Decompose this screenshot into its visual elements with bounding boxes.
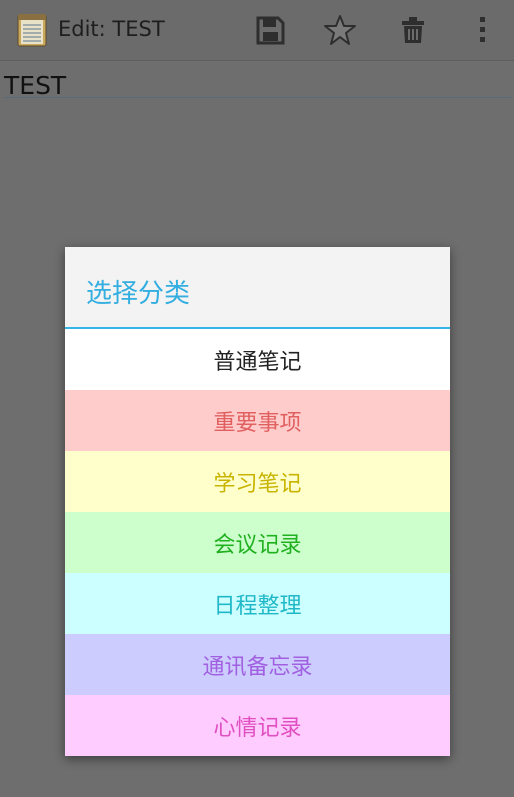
category-list: 普通笔记重要事项学习笔记会议记录日程整理通讯备忘录心情记录 — [65, 329, 450, 756]
action-bar: Edit: TEST — [0, 0, 514, 61]
category-option-label: 普通笔记 — [213, 349, 302, 375]
star-icon[interactable] — [323, 13, 357, 47]
category-option-label: 重要事项 — [213, 410, 302, 436]
save-icon[interactable] — [253, 13, 287, 47]
category-option[interactable]: 日程整理 — [65, 573, 450, 634]
trash-icon[interactable] — [396, 13, 430, 47]
category-option-label: 学习笔记 — [213, 471, 302, 497]
category-option[interactable]: 心情记录 — [65, 695, 450, 756]
overflow-menu-icon[interactable] — [468, 13, 496, 47]
category-option-label: 日程整理 — [213, 593, 302, 619]
dialog-title: 选择分类 — [86, 279, 191, 309]
category-option-label: 通讯备忘录 — [202, 654, 313, 680]
category-option-label: 会议记录 — [213, 532, 302, 558]
category-option[interactable]: 通讯备忘录 — [65, 634, 450, 695]
category-option[interactable]: 重要事项 — [65, 390, 450, 451]
category-dialog: 选择分类 普通笔记重要事项学习笔记会议记录日程整理通讯备忘录心情记录 — [65, 247, 450, 756]
notepad-icon[interactable] — [17, 13, 47, 47]
category-option[interactable]: 普通笔记 — [65, 329, 450, 390]
category-option-label: 心情记录 — [213, 715, 302, 741]
category-option[interactable]: 会议记录 — [65, 512, 450, 573]
note-editor[interactable]: TEST — [4, 72, 512, 100]
page-title: Edit: TEST — [58, 17, 165, 41]
category-option[interactable]: 学习笔记 — [65, 451, 450, 512]
